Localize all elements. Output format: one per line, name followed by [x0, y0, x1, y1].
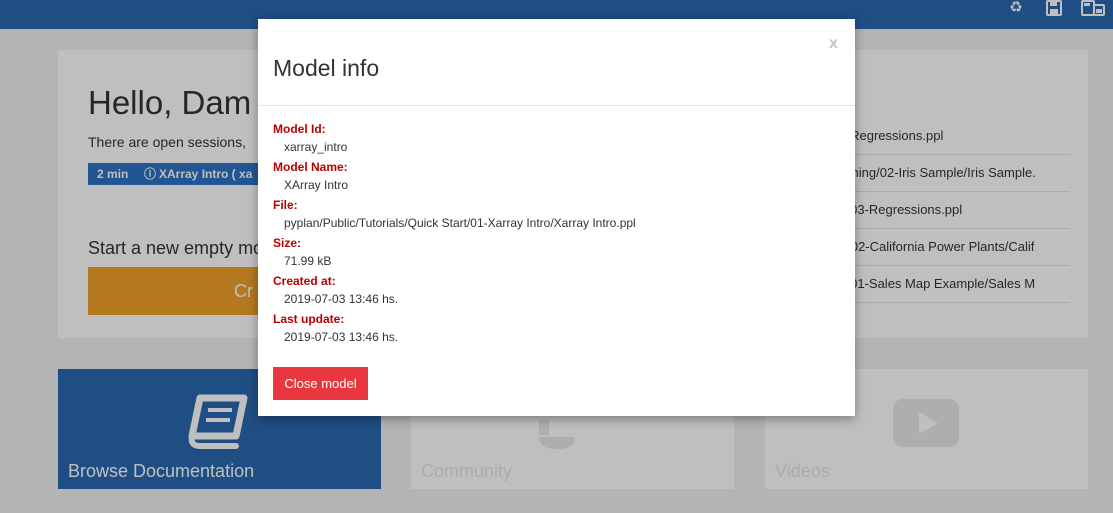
file-value: pyplan/Public/Tutorials/Quick Start/01-X… — [284, 216, 636, 230]
created-at-value: 2019-07-03 13:46 hs. — [284, 292, 399, 306]
model-info-dialog: Model info x Model Id: xarray_intro Mode… — [258, 19, 855, 416]
last-update-value: 2019-07-03 13:46 hs. — [284, 330, 399, 344]
close-icon[interactable]: x — [829, 35, 838, 53]
model-name-label: Model Name: — [273, 160, 348, 174]
created-at-label: Created at: — [273, 274, 336, 288]
size-label: Size: — [273, 236, 302, 250]
size-value: 71.99 kB — [284, 254, 332, 268]
file-label: File: — [273, 198, 298, 212]
dialog-title: Model info — [273, 55, 380, 81]
model-name-value: XArray Intro — [284, 178, 349, 192]
model-id-value: xarray_intro — [284, 140, 348, 154]
last-update-label: Last update: — [273, 312, 345, 326]
model-id-label: Model Id: — [273, 122, 326, 136]
close-model-button[interactable]: Close model — [273, 367, 368, 400]
dialog-header: Model info x — [258, 19, 855, 106]
